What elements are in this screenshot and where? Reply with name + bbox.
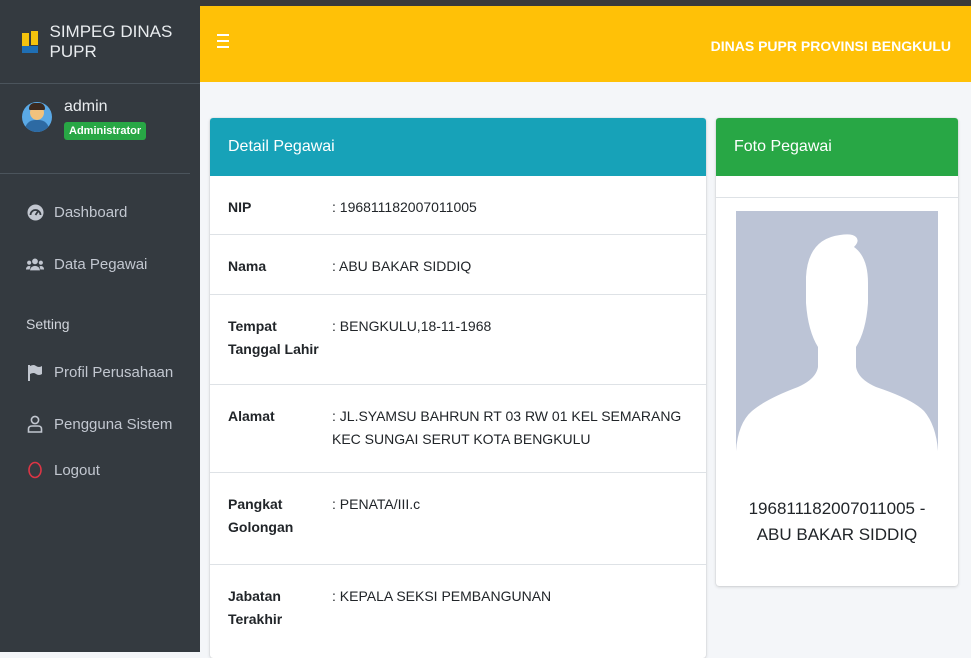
detail-label: NIP — [228, 199, 252, 215]
detail-value: : JL.SYAMSU BAHRUN RT 03 RW 01 KEL SEMAR… — [332, 408, 682, 447]
detail-value: : ABU BAKAR SIDDIQ — [332, 258, 472, 274]
detail-label: Pangkat Golongan — [228, 496, 294, 535]
sidebar-item-label: Logout — [54, 461, 100, 479]
users-icon — [26, 257, 44, 272]
brand-logo-icon — [22, 30, 38, 53]
brand-text: SIMPEG DINAS PUPR — [49, 21, 173, 61]
detail-label: Jabatan Terakhir — [228, 588, 283, 627]
detail-row-ttl: Tempat Tanggal Lahir : BENGKULU,18-11-19… — [210, 295, 706, 385]
detail-row-nip: NIP : 196811182007011005 — [210, 176, 706, 235]
detail-row-jabatan: Jabatan Terakhir : KEPALA SEKSI PEMBANGU… — [210, 565, 706, 658]
sidebar-item-label: Profil Perusahaan — [54, 363, 174, 381]
detail-card-title: Detail Pegawai — [210, 118, 706, 176]
role-badge: Administrator — [64, 122, 147, 140]
sidebar-item-pengguna-sistem[interactable]: Pengguna Sistem — [0, 398, 200, 450]
sidebar-item-dashboard[interactable]: Dashboard — [0, 186, 200, 238]
power-icon — [26, 461, 44, 479]
detail-value: : PENATA/III.c — [332, 496, 421, 512]
divider — [716, 197, 958, 198]
detail-value: : KEPALA SEKSI PEMBANGUNAN — [332, 588, 552, 604]
top-navbar: DINAS PUPR PROVINSI BENGKULU — [200, 0, 971, 82]
detail-pegawai-card: Detail Pegawai NIP : 196811182007011005 … — [210, 118, 706, 658]
sidebar: SIMPEG DINAS PUPR admin Administrator Da… — [0, 0, 200, 652]
sidebar-item-label: Dashboard — [54, 203, 128, 221]
sidebar-item-label: Pengguna Sistem — [54, 415, 173, 433]
agency-title: DINAS PUPR PROVINSI BENGKULU — [710, 38, 951, 54]
detail-row-nama: Nama : ABU BAKAR SIDDIQ — [210, 235, 706, 295]
detail-value: : BENGKULU,18-11-1968 — [332, 318, 492, 334]
employee-photo — [736, 211, 938, 474]
detail-value: : 196811182007011005 — [332, 199, 477, 215]
sidebar-item-profil-perusahaan[interactable]: Profil Perusahaan — [0, 346, 200, 398]
flag-icon — [26, 364, 44, 381]
foto-pegawai-card: Foto Pegawai 196811182007011005 - ABU BA… — [716, 118, 958, 586]
photo-caption: 196811182007011005 - ABU BAKAR SIDDIQ — [748, 499, 926, 544]
detail-label: Nama — [228, 258, 267, 274]
dashboard-icon — [26, 204, 44, 221]
user-icon — [26, 415, 44, 433]
sidebar-item-data-pegawai[interactable]: Data Pegawai — [0, 238, 200, 290]
foto-card-title: Foto Pegawai — [716, 118, 958, 176]
detail-row-pangkat: Pangkat Golongan : PENATA/III.c — [210, 473, 706, 565]
sidebar-header-setting: Setting — [26, 316, 70, 332]
menu-toggle-icon[interactable] — [217, 34, 229, 48]
avatar[interactable] — [22, 102, 52, 132]
sidebar-nav: Dashboard Data Pegawai Setting Profil Pe… — [0, 174, 200, 496]
sidebar-item-logout[interactable]: Logout — [0, 444, 200, 496]
user-panel: admin Administrator — [0, 84, 190, 174]
brand-link[interactable]: SIMPEG DINAS PUPR — [0, 0, 200, 84]
sidebar-item-label: Data Pegawai — [54, 255, 148, 273]
detail-label: Alamat — [228, 408, 275, 424]
detail-row-alamat: Alamat : JL.SYAMSU BAHRUN RT 03 RW 01 KE… — [210, 385, 706, 473]
detail-label: Tempat Tanggal Lahir — [228, 318, 319, 357]
user-name[interactable]: admin — [64, 98, 146, 116]
